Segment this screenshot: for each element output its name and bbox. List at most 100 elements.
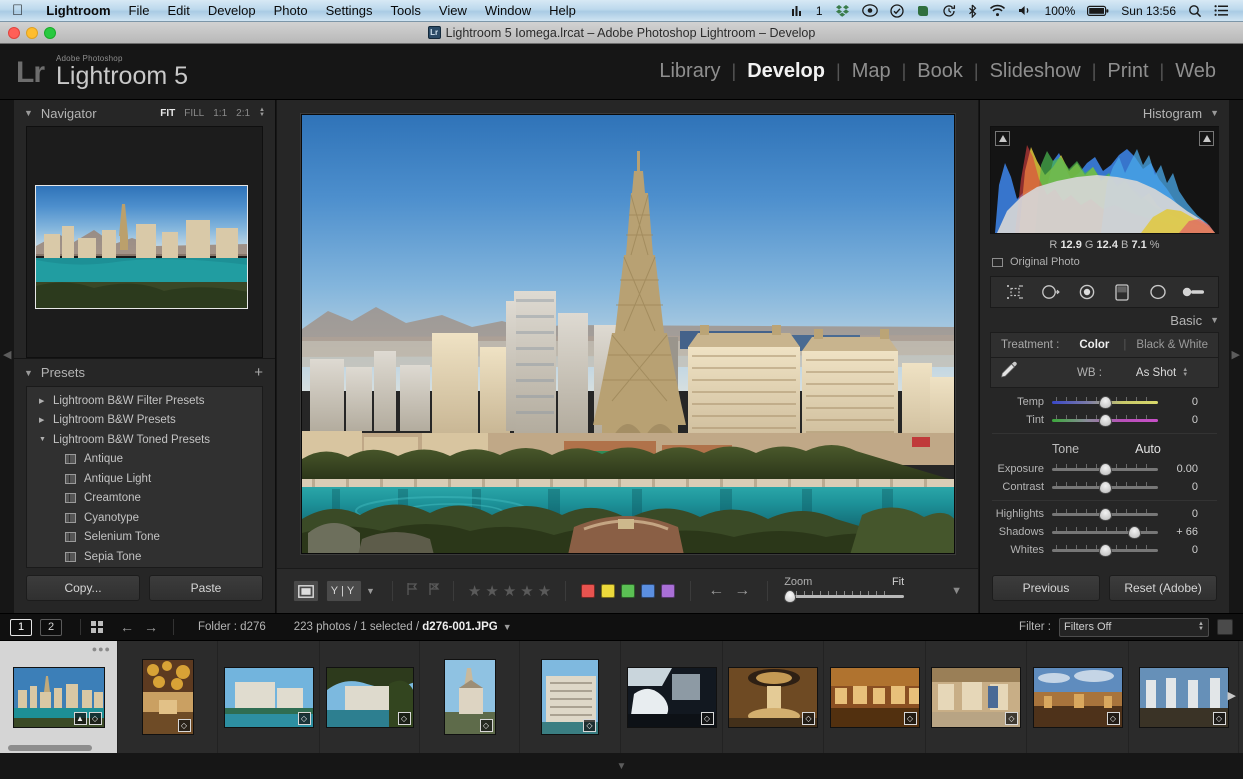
original-photo-row[interactable]: Original Photo	[980, 253, 1229, 268]
highlights-slider-knob[interactable]	[1098, 508, 1112, 521]
menu-item-file[interactable]: File	[120, 3, 159, 18]
filmstrip-item-8[interactable]: ◇	[824, 641, 926, 753]
star-5[interactable]: ★	[536, 582, 553, 600]
thumbnail-image[interactable]: ◇	[1138, 666, 1229, 728]
histogram[interactable]	[990, 126, 1219, 234]
thumbnail-image[interactable]: ◇	[141, 659, 194, 735]
close-button[interactable]	[8, 27, 20, 39]
menu-item-tools[interactable]: Tools	[382, 3, 430, 18]
color-label-purple[interactable]	[661, 584, 676, 598]
previous-photo-arrow[interactable]: ←	[703, 582, 729, 600]
right-panel-collapse-arrow[interactable]: ▶	[1232, 348, 1240, 361]
flag-pick-icon[interactable]	[405, 582, 419, 601]
module-slideshow[interactable]: Slideshow	[979, 60, 1092, 83]
develop-badge-icon[interactable]: ◇	[297, 711, 311, 725]
star-1[interactable]: ★	[466, 582, 483, 600]
develop-badge-icon[interactable]: ◇	[903, 711, 917, 725]
evernote-icon[interactable]	[910, 4, 936, 17]
flag-reject-icon[interactable]	[427, 582, 441, 601]
preset-item-antique[interactable]: Antique	[27, 450, 262, 470]
color-label-red[interactable]	[581, 584, 596, 598]
reset-button[interactable]: Reset (Adobe)	[1109, 575, 1217, 601]
loupe-view-button[interactable]	[293, 580, 319, 602]
color-label-blue[interactable]	[641, 584, 656, 598]
go-back-arrow[interactable]: ←	[115, 619, 139, 635]
chevron-down-icon[interactable]: ▼	[1210, 315, 1219, 325]
preset-item-cyanotype[interactable]: Cyanotype	[27, 508, 262, 528]
chevron-right-icon[interactable]: ▶	[39, 397, 53, 405]
crop-badge-icon[interactable]: ▲	[73, 711, 87, 725]
exposure-slider-knob[interactable]	[1098, 463, 1112, 476]
filmstrip-item-2[interactable]: ◇	[218, 641, 320, 753]
module-web[interactable]: Web	[1164, 60, 1227, 83]
tint-slider-knob[interactable]	[1098, 414, 1112, 427]
preset-item-creamtone[interactable]: Creamtone	[27, 489, 262, 509]
time-machine-icon[interactable]	[936, 4, 962, 18]
treatment-black-and-white[interactable]: Black & White	[1136, 339, 1208, 351]
exposure-slider-row[interactable]: Exposure 0.00	[980, 460, 1229, 478]
thumbnail-image[interactable]: ◇	[325, 666, 414, 728]
filmstrip-item-9[interactable]: ◇	[926, 641, 1027, 753]
zoom-knob[interactable]	[784, 590, 797, 603]
tint-slider-track[interactable]	[1052, 414, 1158, 427]
reminders-check-icon[interactable]	[884, 3, 910, 18]
develop-badge-icon[interactable]: ◇	[1106, 711, 1120, 725]
thumbnail-image[interactable]: ▲ ◇	[12, 666, 105, 728]
filmstrip-item-5[interactable]: ◇	[520, 641, 621, 753]
volume-icon[interactable]	[1012, 4, 1039, 17]
navigator-zoom-fill[interactable]: FILL	[184, 108, 204, 119]
menu-item-edit[interactable]: Edit	[158, 3, 198, 18]
develop-badge-icon[interactable]: ◇	[1212, 711, 1226, 725]
bottom-bar[interactable]: ▼	[0, 753, 1243, 779]
contrast-slider-knob[interactable]	[1098, 481, 1112, 494]
image-stage[interactable]	[277, 100, 978, 568]
color-label-yellow[interactable]	[601, 584, 616, 598]
color-label-green[interactable]	[621, 584, 636, 598]
apple-logo-icon[interactable]: 	[12, 3, 23, 18]
preset-item-antique-light[interactable]: Antique Light	[27, 469, 262, 489]
preset-group-bw-toned[interactable]: ▼ Lightroom B&W Toned Presets	[27, 430, 262, 450]
thumbnail-image[interactable]: ◇	[626, 666, 717, 728]
auto-tone-button[interactable]: Auto	[1135, 442, 1161, 456]
clock-label[interactable]: Sun 13:56	[1115, 4, 1182, 18]
chevron-down-icon[interactable]: ▼	[39, 436, 53, 443]
basic-panel-header[interactable]: Basic ▼	[980, 308, 1229, 332]
before-after-menu-caret[interactable]: ▼	[362, 586, 380, 596]
menu-item-window[interactable]: Window	[476, 3, 540, 18]
filter-select[interactable]: Filters Off ▲ ▼	[1059, 617, 1209, 637]
navigator-zoom-1-1[interactable]: 1:1	[213, 108, 227, 119]
histogram-header[interactable]: Histogram ▼	[980, 100, 1229, 126]
filmstrip-item-6[interactable]: ◇	[621, 641, 723, 753]
module-book[interactable]: Book	[906, 60, 974, 83]
highlights-slider-track[interactable]	[1052, 508, 1158, 521]
menu-item-settings[interactable]: Settings	[317, 3, 382, 18]
bluetooth-icon[interactable]	[962, 4, 983, 18]
filmstrip-item-0[interactable]: ●●● ▲ ◇	[0, 641, 118, 753]
go-forward-arrow[interactable]: →	[139, 619, 163, 635]
filmstrip-item-3[interactable]: ◇	[320, 641, 420, 753]
filmstrip-item-11[interactable]: ◇ ▶	[1129, 641, 1239, 753]
menu-item-develop[interactable]: Develop	[199, 3, 265, 18]
crop-overlay-icon[interactable]	[1002, 281, 1028, 303]
module-map[interactable]: Map	[841, 60, 902, 83]
filmstrip-scrollbar[interactable]	[8, 745, 92, 751]
chevron-updown-icon[interactable]: ▲ ▼	[1198, 621, 1204, 632]
filmstrip-item-7[interactable]: ◇	[723, 641, 824, 753]
navigator-zoom-2-1[interactable]: 2:1	[236, 108, 250, 119]
thumbnail-image[interactable]: ◇	[728, 666, 818, 728]
grid-view-icon[interactable]	[91, 621, 103, 633]
spotlight-search-icon[interactable]	[1182, 4, 1208, 18]
selected-file-name[interactable]: d276-001.JPG	[422, 621, 497, 633]
develop-badge-icon[interactable]: ◇	[583, 719, 596, 732]
zoom-button[interactable]	[44, 27, 56, 39]
presets-header[interactable]: ▼ Presets +	[14, 358, 275, 386]
spot-removal-icon[interactable]	[1038, 281, 1064, 303]
dropbox-icon[interactable]	[829, 4, 856, 17]
star-3[interactable]: ★	[501, 582, 518, 600]
shadows-slider-row[interactable]: Shadows + 66	[980, 523, 1229, 541]
menu-item-view[interactable]: View	[430, 3, 476, 18]
preset-group-bw[interactable]: ▶ Lightroom B&W Presets	[27, 411, 262, 431]
radial-filter-icon[interactable]	[1145, 281, 1171, 303]
screen-1-button[interactable]: 1	[10, 618, 32, 636]
toolbar-options-caret[interactable]: ▼	[951, 585, 962, 597]
